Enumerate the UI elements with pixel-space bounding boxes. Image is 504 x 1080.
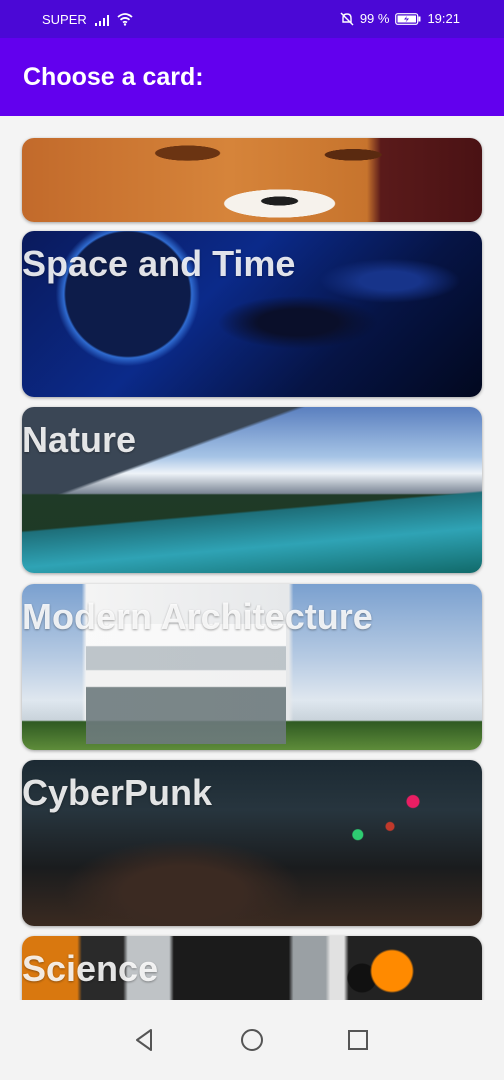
mute-icon xyxy=(340,12,354,25)
navigation-bar xyxy=(0,1000,504,1080)
card-label: Science xyxy=(22,948,159,989)
page-title: Choose a card: xyxy=(23,63,204,91)
wifi-icon xyxy=(117,13,133,26)
carrier-label: SUPER xyxy=(42,12,87,27)
card-label: Modern Architecture xyxy=(22,596,373,637)
back-icon xyxy=(136,1029,152,1051)
card-label: Nature xyxy=(22,419,137,460)
card-list[interactable]: Space and Time Nature Modern Architectur… xyxy=(0,116,504,1000)
home-icon xyxy=(241,1029,263,1051)
battery-percent: 99 % xyxy=(359,11,390,26)
card-space-and-time[interactable]: Space and Time xyxy=(22,231,482,397)
battery-icon xyxy=(395,12,421,25)
signal-icon xyxy=(94,14,109,26)
card-nature[interactable]: Nature xyxy=(22,407,482,573)
card-modern-architecture[interactable]: Modern Architecture xyxy=(22,584,482,750)
card-science[interactable]: Science xyxy=(22,936,482,1000)
recents-button[interactable] xyxy=(344,1026,372,1054)
status-bar: SUPER 99 % 19:21 xyxy=(0,0,504,38)
card-label: CyberPunk xyxy=(22,772,213,813)
home-button[interactable] xyxy=(238,1026,266,1054)
card-dog[interactable] xyxy=(22,138,482,222)
back-button[interactable] xyxy=(130,1026,158,1054)
recents-icon xyxy=(348,1030,368,1050)
app-bar: Choose a card: xyxy=(0,38,504,116)
card-label: Space and Time xyxy=(22,243,296,284)
clock: 19:21 xyxy=(427,11,460,26)
card-cyberpunk[interactable]: CyberPunk xyxy=(22,760,482,926)
